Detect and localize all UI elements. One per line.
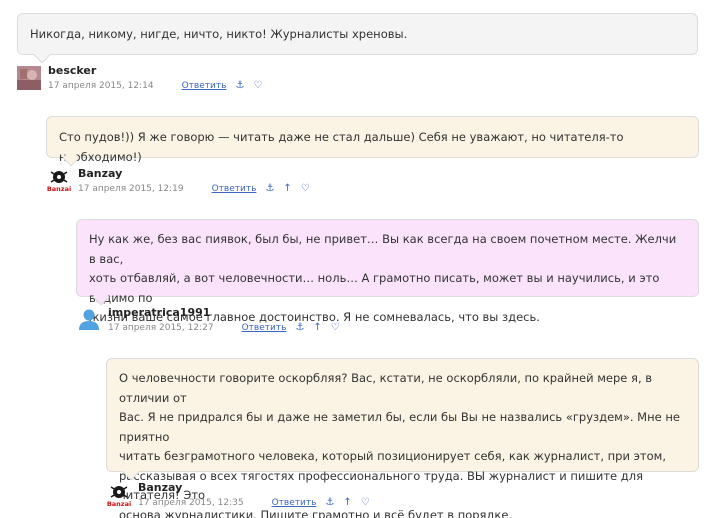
reply-link[interactable]: Ответить [212, 184, 257, 194]
anchor-icon[interactable]: ⚓ [265, 183, 274, 194]
comment-line: О человечности говорите оскорбляя? Вас, … [119, 371, 653, 405]
up-arrow-icon[interactable]: ↑ [283, 183, 291, 194]
comment-date: 17 апреля 2015, 12:19 [78, 183, 184, 194]
reply-link[interactable]: Ответить [272, 498, 317, 508]
comment-meta: 17 апреля 2015, 12:35 Ответить ⚓ ↑ ♡ [138, 497, 370, 508]
comment-line: Вас. Я не придрался бы и даже не заметил… [119, 410, 680, 444]
comment-line: хоть отбавляй, а вот человечности… ноль…… [89, 271, 660, 305]
avatar[interactable]: Banzai [47, 168, 71, 193]
svg-text:Banzai: Banzai [47, 185, 71, 192]
comment-text: Сто пудов!)) Я же говорю — читать даже н… [59, 130, 624, 164]
anchor-icon[interactable]: ⚓ [235, 80, 244, 91]
svg-text:Banzai: Banzai [107, 500, 131, 507]
comment-meta: 17 апреля 2015, 12:27 Ответить ⚓ ↑ ♡ [108, 322, 340, 333]
comment-date: 17 апреля 2015, 12:27 [108, 322, 214, 333]
author-name[interactable]: bescker [48, 64, 96, 77]
author-name[interactable]: imperatrica1991 [108, 306, 210, 319]
up-arrow-icon[interactable]: ↑ [313, 322, 321, 333]
avatar[interactable] [17, 66, 41, 90]
comment-meta: 17 апреля 2015, 12:19 Ответить ⚓ ↑ ♡ [78, 183, 310, 194]
comment-meta: 17 апреля 2015, 12:14 Ответить ⚓ ♡ [48, 80, 262, 91]
comment-bubble-1: Никогда, никому, нигде, ничто, никто! Жу… [17, 13, 698, 64]
heart-icon[interactable]: ♡ [361, 497, 370, 508]
reply-link[interactable]: Ответить [242, 323, 287, 333]
comment-bubble-4: О человечности говорите оскорбляя? Вас, … [106, 358, 699, 518]
reply-link[interactable]: Ответить [182, 81, 227, 91]
heart-icon[interactable]: ♡ [331, 322, 340, 333]
anchor-icon[interactable]: ⚓ [325, 497, 334, 508]
default-user-icon[interactable] [77, 307, 101, 331]
author-name[interactable]: Banzay [78, 167, 122, 180]
comment-line: читать безграмотного человека, который п… [119, 449, 666, 463]
comment-text: Никогда, никому, нигде, ничто, никто! Жу… [30, 27, 408, 41]
author-name[interactable]: Banzay [138, 481, 182, 494]
heart-icon[interactable]: ♡ [301, 183, 310, 194]
comment-date: 17 апреля 2015, 12:14 [48, 80, 154, 91]
up-arrow-icon[interactable]: ↑ [343, 497, 351, 508]
comment-date: 17 апреля 2015, 12:35 [138, 497, 244, 508]
comment-line: Ну как же, без вас пиявок, был бы, не пр… [89, 232, 677, 266]
comment-bubble-3: Ну как же, без вас пиявок, был бы, не пр… [76, 219, 699, 324]
comment-bubble-2: Сто пудов!)) Я же говорю — читать даже н… [46, 116, 699, 167]
anchor-icon[interactable]: ⚓ [295, 322, 304, 333]
avatar[interactable]: Banzai [107, 483, 131, 508]
heart-icon[interactable]: ♡ [253, 80, 262, 91]
